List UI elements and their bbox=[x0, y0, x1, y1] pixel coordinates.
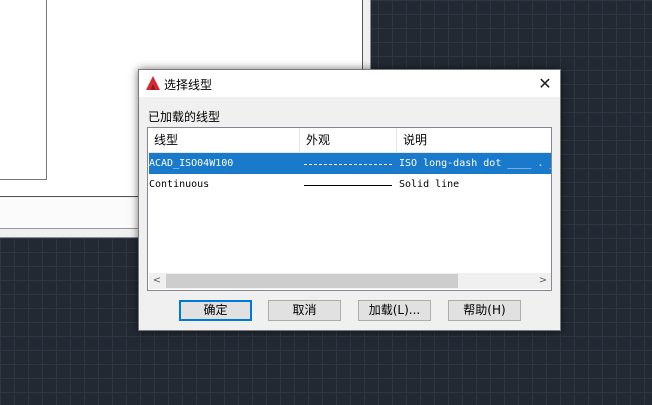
panel-divider-horizontal bbox=[0, 179, 47, 180]
scroll-right-icon[interactable]: > bbox=[535, 273, 551, 289]
linetype-list[interactable]: 线型 外观 说明 ACAD_ISO04W100 ISO long-dash do… bbox=[147, 127, 552, 291]
dialog-title: 选择线型 bbox=[164, 78, 213, 92]
column-header-description[interactable]: 说明 bbox=[397, 128, 551, 152]
linetype-name: ACAD_ISO04W100 bbox=[149, 158, 234, 169]
panel-divider bbox=[46, 0, 47, 180]
linetype-description: ISO long-dash dot ____ . ____ . ____ . bbox=[399, 158, 551, 169]
linetype-name: Continuous bbox=[149, 179, 210, 190]
cancel-button[interactable]: 取消 bbox=[268, 300, 341, 321]
horizontal-scrollbar[interactable]: < > bbox=[149, 273, 551, 289]
autocad-icon bbox=[145, 75, 161, 91]
dialog-titlebar[interactable]: 选择线型 ✕ bbox=[139, 70, 560, 97]
close-icon: ✕ bbox=[538, 74, 552, 93]
table-row[interactable]: ACAD_ISO04W100 ISO long-dash dot ____ . … bbox=[149, 153, 551, 174]
table-row[interactable]: Continuous Solid line bbox=[149, 174, 551, 195]
ok-button[interactable]: 确定 bbox=[179, 300, 252, 321]
scroll-thumb[interactable] bbox=[166, 274, 458, 288]
linetype-appearance-sample bbox=[304, 185, 392, 186]
help-button[interactable]: 帮助(H) bbox=[448, 300, 521, 321]
loaded-linetypes-label: 已加载的线型 bbox=[148, 110, 221, 124]
list-header: 线型 外观 说明 bbox=[148, 128, 551, 153]
select-linetype-dialog: 选择线型 ✕ 已加载的线型 线型 外观 说明 ACAD_ISO04W100 IS… bbox=[138, 69, 561, 331]
load-button[interactable]: 加载(L)... bbox=[358, 300, 431, 321]
column-header-appearance[interactable]: 外观 bbox=[300, 128, 397, 152]
scroll-left-icon[interactable]: < bbox=[149, 273, 165, 289]
linetype-description: Solid line bbox=[399, 179, 460, 190]
close-button[interactable]: ✕ bbox=[530, 70, 560, 97]
column-header-linetype[interactable]: 线型 bbox=[148, 128, 300, 152]
linetype-appearance-sample bbox=[304, 164, 392, 165]
